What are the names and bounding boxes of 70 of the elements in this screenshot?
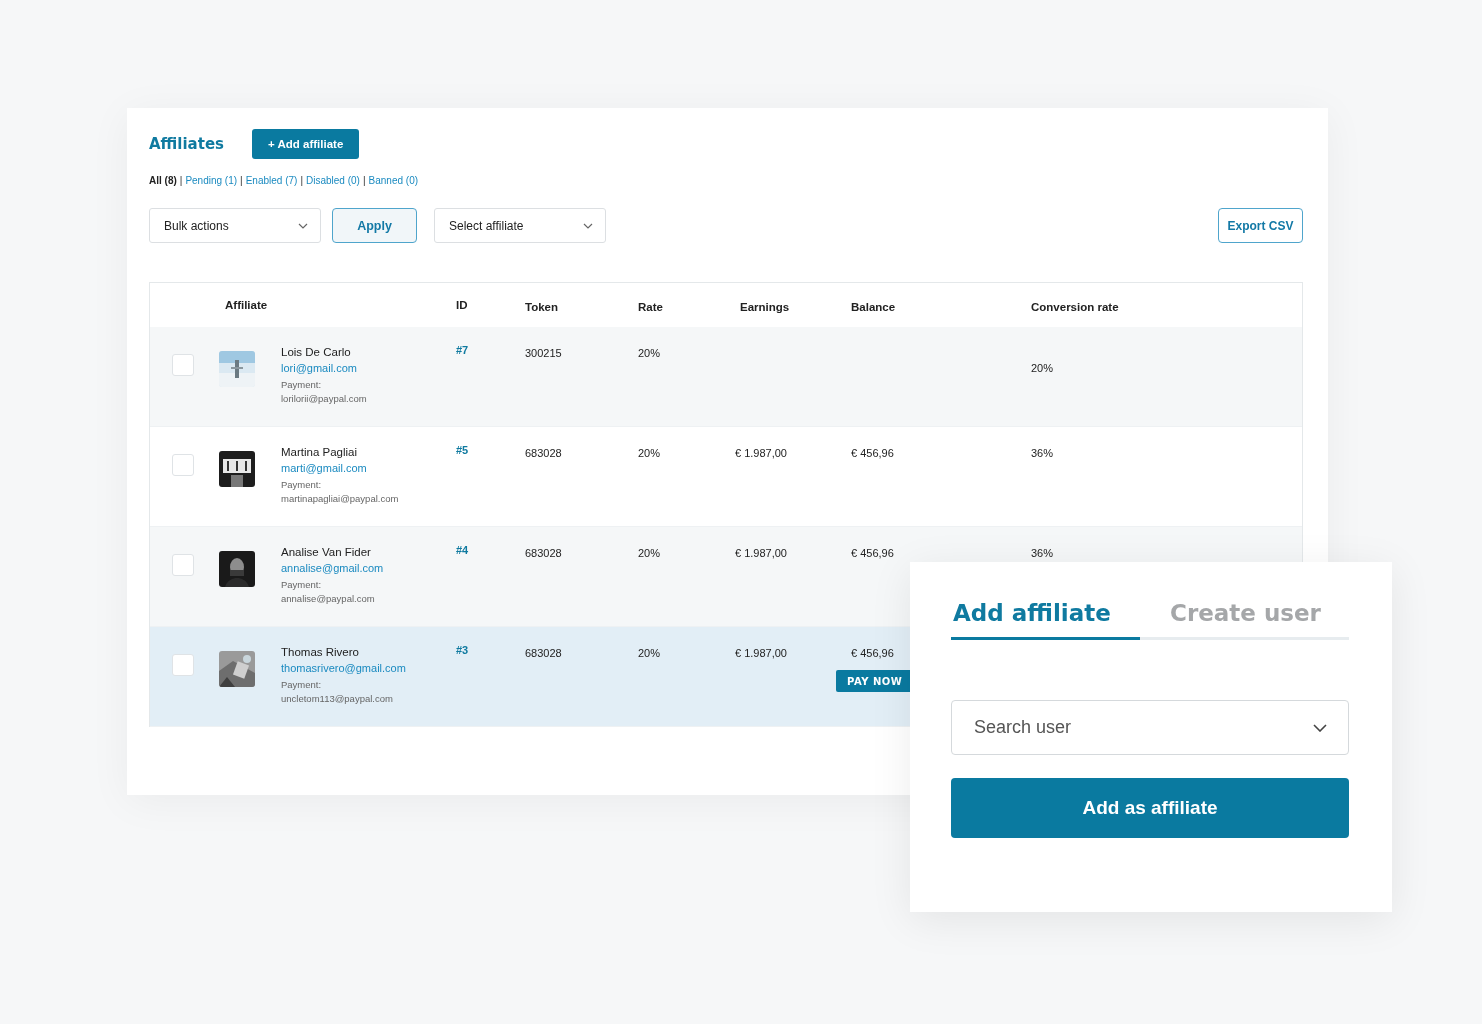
conversion-rate-cell: 36%	[1031, 547, 1054, 559]
dialog-tab[interactable]: Create user	[1140, 588, 1329, 640]
apply-button[interactable]: Apply	[332, 208, 417, 243]
checkbox[interactable]	[172, 554, 194, 576]
add-as-affiliate-button[interactable]: Add as affiliate	[951, 778, 1349, 838]
select-affiliate-dropdown[interactable]: Select affiliate	[434, 208, 606, 243]
column-header: Affiliate	[224, 299, 269, 311]
payment-label: Payment:	[281, 378, 323, 392]
payment-label: Payment:	[281, 678, 323, 692]
token-cell: 683028	[525, 647, 562, 659]
affiliate-name: Martina Pagliai	[281, 445, 359, 460]
token-cell: 683028	[525, 447, 562, 459]
balance-cell: € 456,96	[851, 547, 894, 559]
payment-email: lorilorii@paypal.com	[281, 392, 368, 406]
balance-cell: € 456,96	[851, 447, 894, 459]
status-filter-link[interactable]: Disabled (0)	[306, 175, 360, 186]
status-filter-link[interactable]: All (8)	[149, 175, 177, 186]
payment-label: Payment:	[281, 578, 323, 592]
payment-email: martinapagliai@paypal.com	[281, 492, 400, 506]
add-affiliate-button[interactable]: + Add affiliate	[252, 129, 360, 159]
status-filter-link[interactable]: Banned (0)	[368, 175, 419, 186]
chevron-down-icon	[1313, 724, 1327, 732]
column-header: Earnings	[739, 299, 791, 313]
dialog-tab[interactable]: Add affiliate	[951, 588, 1140, 640]
checkbox[interactable]	[172, 654, 194, 676]
column-header: Balance	[851, 299, 897, 313]
payment-email: annalise@paypal.com	[281, 592, 376, 606]
rate-cell: 20%	[638, 447, 661, 459]
affiliate-name: Thomas Rivero	[281, 645, 360, 660]
email-link[interactable]: lori@gmail.com	[281, 361, 456, 376]
column-header: Conversion rate	[1030, 299, 1120, 313]
chevron-down-icon	[583, 222, 593, 229]
separator: |	[300, 175, 303, 186]
affiliate-id-link[interactable]: #5	[456, 444, 469, 456]
column-header: Token	[525, 299, 559, 313]
earnings-cell: € 1.987,00	[735, 647, 787, 659]
affiliate-id-link[interactable]: #3	[456, 644, 469, 656]
email-link[interactable]: marti@gmail.com	[281, 461, 456, 476]
checkbox[interactable]	[172, 354, 194, 376]
separator: |	[240, 175, 243, 186]
status-filter-link[interactable]: Enabled (7)	[245, 175, 298, 186]
email-link[interactable]: annalise@gmail.com	[281, 561, 456, 576]
earnings-cell: € 1.987,00	[735, 447, 787, 459]
earnings-cell: € 1.987,00	[735, 547, 787, 559]
payment-label: Payment:	[281, 478, 323, 492]
column-header: ID	[456, 299, 469, 311]
conversion-rate-cell: 36%	[1031, 447, 1054, 459]
page-title: Affiliates	[149, 135, 224, 153]
bulk-actions-dropdown[interactable]: Bulk actions	[149, 208, 321, 243]
affiliate-id-link[interactable]: #7	[456, 344, 469, 356]
token-cell: 683028	[525, 547, 562, 559]
separator: |	[179, 175, 183, 186]
rate-cell: 20%	[638, 547, 661, 559]
affiliate-name: Lois De Carlo	[281, 345, 352, 360]
affiliate-name: Analise Van Fider	[281, 545, 372, 560]
checkbox[interactable]	[172, 454, 194, 476]
token-cell: 300215	[525, 347, 562, 359]
email-link[interactable]: thomasrivero@gmail.com	[281, 661, 456, 676]
separator: |	[362, 175, 366, 186]
rate-cell: 20%	[638, 647, 661, 659]
search-user-field[interactable]: Search user	[951, 700, 1349, 755]
affiliate-id-link[interactable]: #4	[456, 544, 469, 556]
chevron-down-icon	[298, 222, 308, 229]
conversion-rate-cell: 20%	[1031, 362, 1054, 374]
rate-cell: 20%	[638, 347, 661, 359]
payment-email: uncletom113@paypal.com	[281, 692, 394, 706]
export-csv-button[interactable]: Export CSV	[1218, 208, 1303, 243]
status-filter-link[interactable]: Pending (1)	[185, 175, 238, 186]
column-header: Rate	[638, 299, 664, 313]
balance-cell: € 456,96	[851, 647, 894, 659]
